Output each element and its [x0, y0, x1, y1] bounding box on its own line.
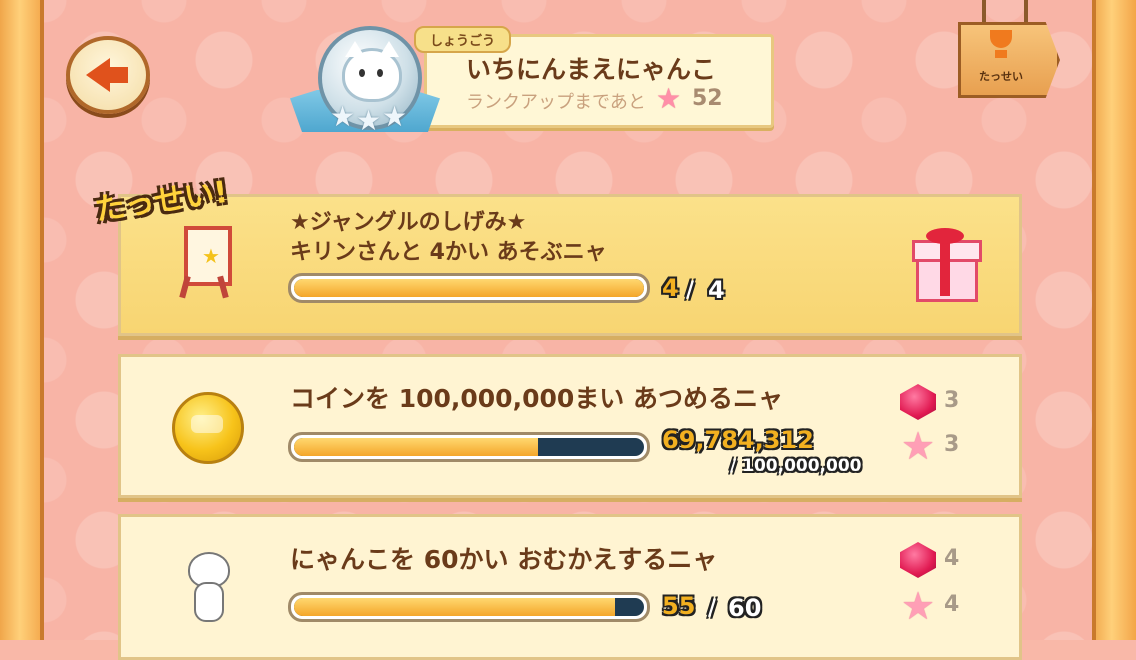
- left-frame: [0, 0, 44, 640]
- progress-separator: /: [708, 596, 717, 621]
- medal-star-icon: ★: [382, 100, 408, 133]
- rank-up-remaining: 52: [692, 86, 723, 111]
- medal-star-icon: ★: [330, 100, 356, 133]
- back-arrow-icon: [86, 58, 128, 92]
- progress-bar: [288, 432, 650, 462]
- reward-stars: 3: [944, 432, 960, 457]
- reward-stars: 4: [944, 592, 960, 617]
- progress-current: 4: [662, 274, 679, 302]
- pink-star-icon: ★: [900, 424, 936, 468]
- pink-star-icon: ★: [900, 584, 936, 628]
- achievements-label: たっせい: [979, 70, 1023, 83]
- title-name: いちにんまえにゃんこ: [466, 55, 717, 84]
- progress-fill: [294, 598, 615, 616]
- medal-star-icon: ★: [356, 104, 382, 137]
- gold-coin-icon: [172, 392, 244, 464]
- progress-fill: [294, 279, 644, 297]
- progress-bar: [288, 273, 650, 303]
- title-tag: しょうごう: [414, 26, 512, 53]
- mission-description: にゃんこを 60かい おむかえするニャ: [290, 545, 718, 574]
- mission-description: コインを 100,000,000まい あつめるニャ: [290, 384, 783, 413]
- progress-bar: [288, 592, 650, 622]
- reward-gems: 4: [944, 546, 960, 571]
- progress-current: 55: [662, 592, 696, 620]
- gift-icon[interactable]: [912, 228, 982, 302]
- pink-star-icon: ★: [656, 82, 682, 115]
- white-cat-icon: [186, 546, 230, 622]
- progress-current: 69,784,312: [662, 426, 814, 454]
- progress-separator: /: [686, 278, 695, 303]
- mission-description: キリンさんと 4かい あそぶニャ: [290, 240, 607, 265]
- progress-goal: 4: [708, 276, 725, 304]
- right-frame: [1092, 0, 1136, 640]
- reward-gems: 3: [944, 388, 960, 413]
- easel-star-icon: ★: [178, 226, 232, 299]
- title-medal: ★ ★ ★: [290, 26, 440, 144]
- back-button[interactable]: [66, 36, 150, 114]
- mission-card: [118, 514, 1022, 660]
- cat-face-icon: [342, 41, 402, 102]
- progress-fill: [294, 438, 539, 456]
- rank-up-text: ランクアップまであと: [466, 92, 646, 113]
- achievements-button[interactable]: たっせい: [958, 0, 1060, 98]
- mission-title: ★ジャングルのしげみ★: [290, 210, 527, 235]
- progress-goal: / 100,000,000: [730, 456, 862, 476]
- mission-card: [118, 354, 1022, 498]
- progress-goal: 60: [728, 594, 762, 622]
- trophy-icon: [986, 30, 1016, 60]
